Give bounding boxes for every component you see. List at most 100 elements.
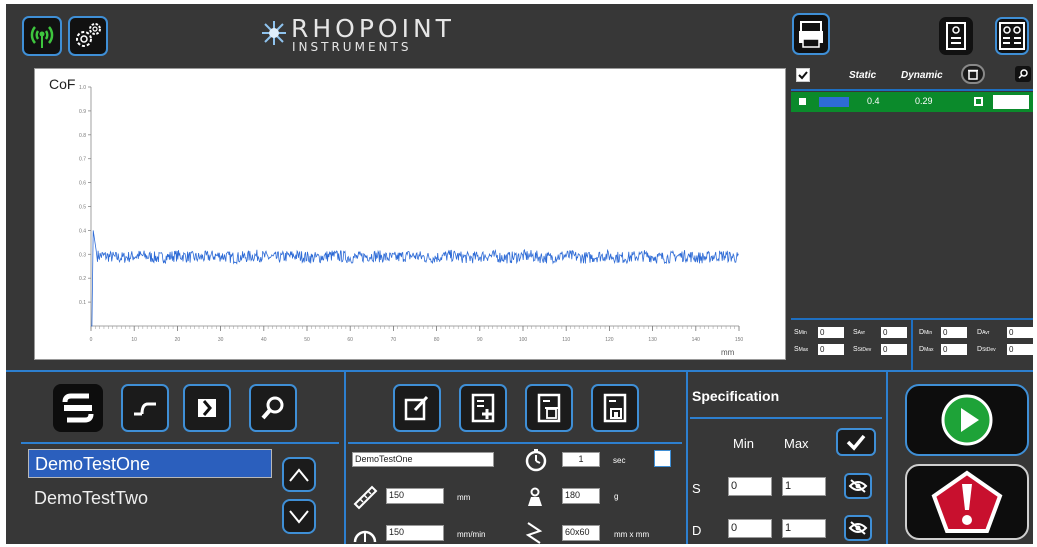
s-min-label: SMin	[794, 329, 807, 336]
dynamic-column-header: Dynamic	[901, 70, 943, 81]
d-max-value: 0	[941, 344, 967, 355]
profile-button[interactable]	[121, 384, 169, 432]
time-checkbox[interactable]	[654, 450, 671, 467]
x-tick-label: 120	[605, 337, 614, 343]
swap-arrows-icon	[62, 393, 94, 423]
results-panel: Static Dynamic 0.4 0.29 SMin 0 SAvr 0 DM…	[791, 62, 1033, 374]
brand-sub: INSTRUMENTS	[292, 40, 412, 54]
y-tick-label: 1.0	[79, 85, 86, 91]
list-down-button[interactable]	[282, 499, 316, 534]
x-tick-label: 60	[347, 337, 353, 343]
report-single-icon	[946, 22, 966, 50]
edit-test-button[interactable]	[393, 384, 441, 432]
eye-hidden-icon	[848, 521, 868, 535]
x-tick-label: 40	[261, 337, 267, 343]
x-tick-label: 80	[434, 337, 440, 343]
x-tick-label: 130	[648, 337, 657, 343]
checkmark-icon	[846, 434, 866, 451]
spec-d-visibility-button[interactable]	[844, 515, 872, 541]
search-tests-button[interactable]	[249, 384, 297, 432]
d-stdev-label: DStDev	[977, 346, 996, 353]
x-tick-label: 110	[562, 337, 570, 343]
report-single-button[interactable]	[939, 17, 973, 55]
s-avr-label: SAvr	[853, 329, 866, 336]
test-mode-button[interactable]	[53, 384, 103, 432]
chart-panel: CoF mm 0.1 0.2 0.3 0.4 0.5 0.6 0.7 0.8 0.9 1.0 0 1…	[34, 68, 786, 360]
x-tick-label: 20	[175, 337, 181, 343]
x-tick-label: 50	[304, 337, 310, 343]
sample-block-icon	[198, 399, 216, 417]
delete-document-icon	[537, 393, 561, 423]
new-test-button[interactable]	[459, 384, 507, 432]
bottom-divider	[6, 370, 1033, 372]
spec-s-label: S	[692, 481, 701, 496]
select-all-checkbox[interactable]	[796, 68, 810, 82]
time-input[interactable]: 1	[562, 452, 600, 467]
edit-document-icon	[404, 395, 429, 421]
mass-input[interactable]: 180	[562, 488, 600, 504]
app-window: RHOPOINT INSTRUMENTS CoF mm 0.1 0.2 0.3 …	[6, 4, 1033, 544]
spec-s-visibility-button[interactable]	[844, 473, 872, 499]
d-min-label: DMin	[919, 329, 933, 336]
settings-gears-icon	[76, 23, 101, 47]
spec-max-header: Max	[784, 436, 809, 451]
result-row[interactable]: 0.4 0.29	[791, 92, 1033, 112]
x-tick-label: 70	[391, 337, 397, 343]
row-note-field[interactable]	[993, 95, 1029, 109]
delete-test-button[interactable]	[525, 384, 573, 432]
play-icon	[941, 394, 993, 446]
test-list-item-selected[interactable]: DemoTestOne	[28, 449, 272, 478]
x-tick-label: 0	[90, 337, 93, 343]
specification-divider	[690, 417, 882, 419]
spec-s-max-input[interactable]: 1	[782, 477, 826, 496]
dynamic-value: 0.29	[915, 96, 933, 106]
test-list-item[interactable]: DemoTestTwo	[34, 488, 148, 509]
d-min-value: 0	[941, 327, 967, 338]
eye-hidden-icon	[848, 479, 868, 493]
spec-d-label: D	[692, 523, 702, 538]
distance-unit: mm	[457, 493, 471, 502]
spec-d-max-input[interactable]: 1	[782, 519, 826, 538]
y-tick-label: 0.7	[79, 157, 86, 163]
sample-button[interactable]	[183, 384, 231, 432]
area-unit: mm x mm	[614, 530, 650, 539]
row-toggle-box[interactable]	[974, 97, 983, 106]
spec-d-min-input[interactable]: 0	[728, 519, 772, 538]
x-axis-label: mm	[721, 348, 735, 357]
speed-unit: mm/min	[457, 530, 486, 539]
y-tick-label: 0.6	[79, 181, 86, 187]
weight-icon	[528, 487, 542, 506]
test-name-input[interactable]: DemoTestOne	[352, 452, 494, 467]
distance-input[interactable]: 150	[386, 488, 444, 504]
settings-button[interactable]	[68, 16, 108, 56]
speed-input[interactable]: 150	[386, 525, 444, 541]
params-divider	[348, 442, 682, 444]
delete-results-button[interactable]	[961, 64, 985, 84]
save-test-button[interactable]	[591, 384, 639, 432]
speedometer-icon	[353, 530, 377, 543]
list-up-button[interactable]	[282, 457, 316, 492]
wireless-button[interactable]	[22, 16, 62, 56]
s-avr-value: 0	[881, 327, 907, 338]
x-tick-label: 150	[735, 337, 744, 343]
print-folder-button[interactable]	[792, 13, 830, 55]
wireless-icon	[30, 26, 54, 48]
series-line	[91, 230, 739, 327]
mass-unit: g	[614, 492, 619, 501]
series-color-swatch	[819, 97, 849, 107]
report-multiple-button[interactable]	[995, 17, 1029, 55]
magnifier-icon	[1018, 69, 1028, 79]
d-max-label: DMax	[919, 346, 934, 353]
spec-enable-button[interactable]	[836, 428, 876, 456]
area-icon	[525, 522, 543, 544]
y-tick-label: 0.9	[79, 109, 86, 115]
area-input[interactable]: 60x60	[562, 525, 600, 541]
start-test-button[interactable]	[905, 384, 1029, 456]
spec-s-min-input[interactable]: 0	[728, 477, 772, 496]
row-checkbox[interactable]	[799, 98, 806, 105]
results-header-divider	[791, 89, 1033, 91]
static-value: 0.4	[867, 96, 880, 106]
emergency-stop-button[interactable]	[905, 464, 1029, 540]
zoom-results-button[interactable]	[1015, 66, 1031, 82]
s-max-label: SMax	[794, 346, 809, 353]
